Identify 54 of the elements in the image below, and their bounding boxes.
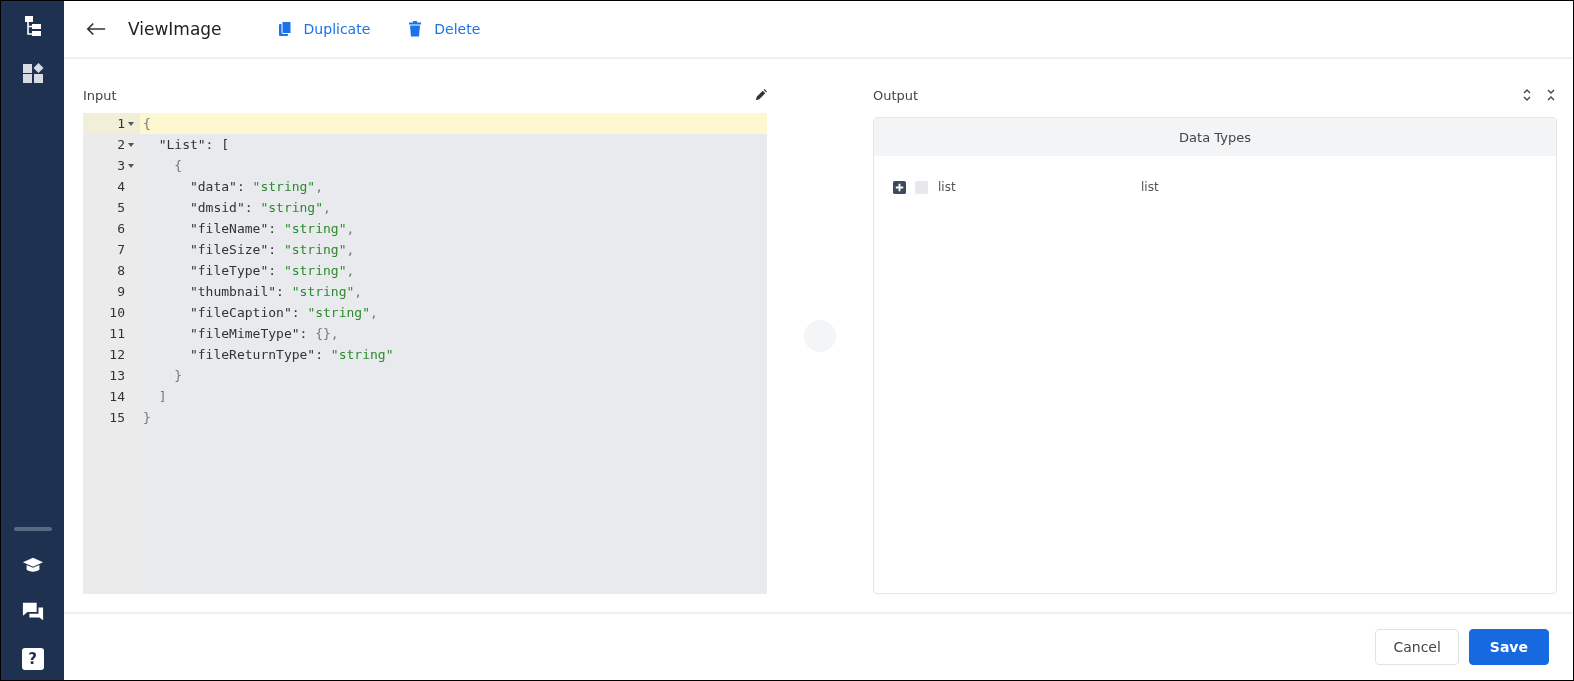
code-line: "dmsid": "string",	[188, 200, 331, 215]
code-line: "fileCaption": "string",	[188, 305, 378, 320]
line-number: 11	[109, 326, 125, 341]
fold-caret-icon[interactable]	[128, 142, 134, 147]
expand-row-icon[interactable]	[893, 180, 906, 194]
code-line: "fileReturnType": "string"	[188, 347, 394, 362]
table-header: Data Types	[874, 118, 1556, 156]
line-number: 14	[109, 389, 125, 404]
input-label: Input	[83, 87, 117, 103]
delete-button[interactable]: Delete	[408, 17, 481, 41]
code-line: "thumbnail": "string",	[188, 284, 363, 299]
chat-icon[interactable]	[21, 601, 44, 623]
code-line: {	[173, 158, 183, 173]
save-button[interactable]: Save	[1468, 629, 1549, 665]
field-type: list	[1141, 180, 1159, 194]
code-line: ]	[157, 389, 167, 404]
line-number: 8	[117, 263, 125, 278]
line-number: 6	[117, 221, 125, 236]
line-number: 12	[109, 347, 125, 362]
code-line: {	[142, 116, 151, 131]
code-line: "fileName": "string",	[188, 221, 355, 236]
line-number: 13	[109, 368, 125, 383]
code-line: "fileMimeType": {},	[188, 326, 339, 341]
page-title: ViewImage	[128, 19, 222, 39]
back-arrow-icon[interactable]	[86, 22, 106, 36]
code-line: "fileType": "string",	[188, 263, 355, 278]
code-line: }	[142, 410, 151, 425]
cancel-button[interactable]: Cancel	[1375, 629, 1459, 665]
line-number: 5	[117, 200, 125, 215]
line-number: 15	[109, 410, 125, 425]
apps-icon[interactable]	[21, 62, 44, 84]
duplicate-button[interactable]: Duplicate	[277, 17, 371, 41]
checkbox[interactable]	[915, 180, 928, 194]
code-line: "List": [	[157, 137, 230, 152]
code-line: }	[173, 368, 183, 383]
code-line: "data": "string",	[188, 179, 324, 194]
line-number: 9	[117, 284, 125, 299]
expand-icon[interactable]	[1521, 88, 1533, 102]
collapse-icon[interactable]	[1545, 88, 1557, 102]
output-label: Output	[873, 87, 919, 103]
copy-icon	[277, 21, 292, 37]
trash-icon	[408, 21, 423, 37]
help-icon[interactable]: ?	[21, 648, 44, 670]
field-name: list	[938, 180, 957, 194]
line-number: 1	[117, 116, 125, 131]
line-number: 7	[117, 242, 125, 257]
code-line: "fileSize": "string",	[188, 242, 355, 257]
fold-caret-icon[interactable]	[128, 163, 134, 168]
line-number: 4	[117, 179, 125, 194]
fold-caret-icon[interactable]	[128, 121, 134, 126]
edit-pencil-icon[interactable]	[755, 88, 767, 102]
line-number: 3	[117, 158, 125, 173]
line-number: 10	[109, 305, 125, 320]
line-number: 2	[117, 137, 125, 152]
